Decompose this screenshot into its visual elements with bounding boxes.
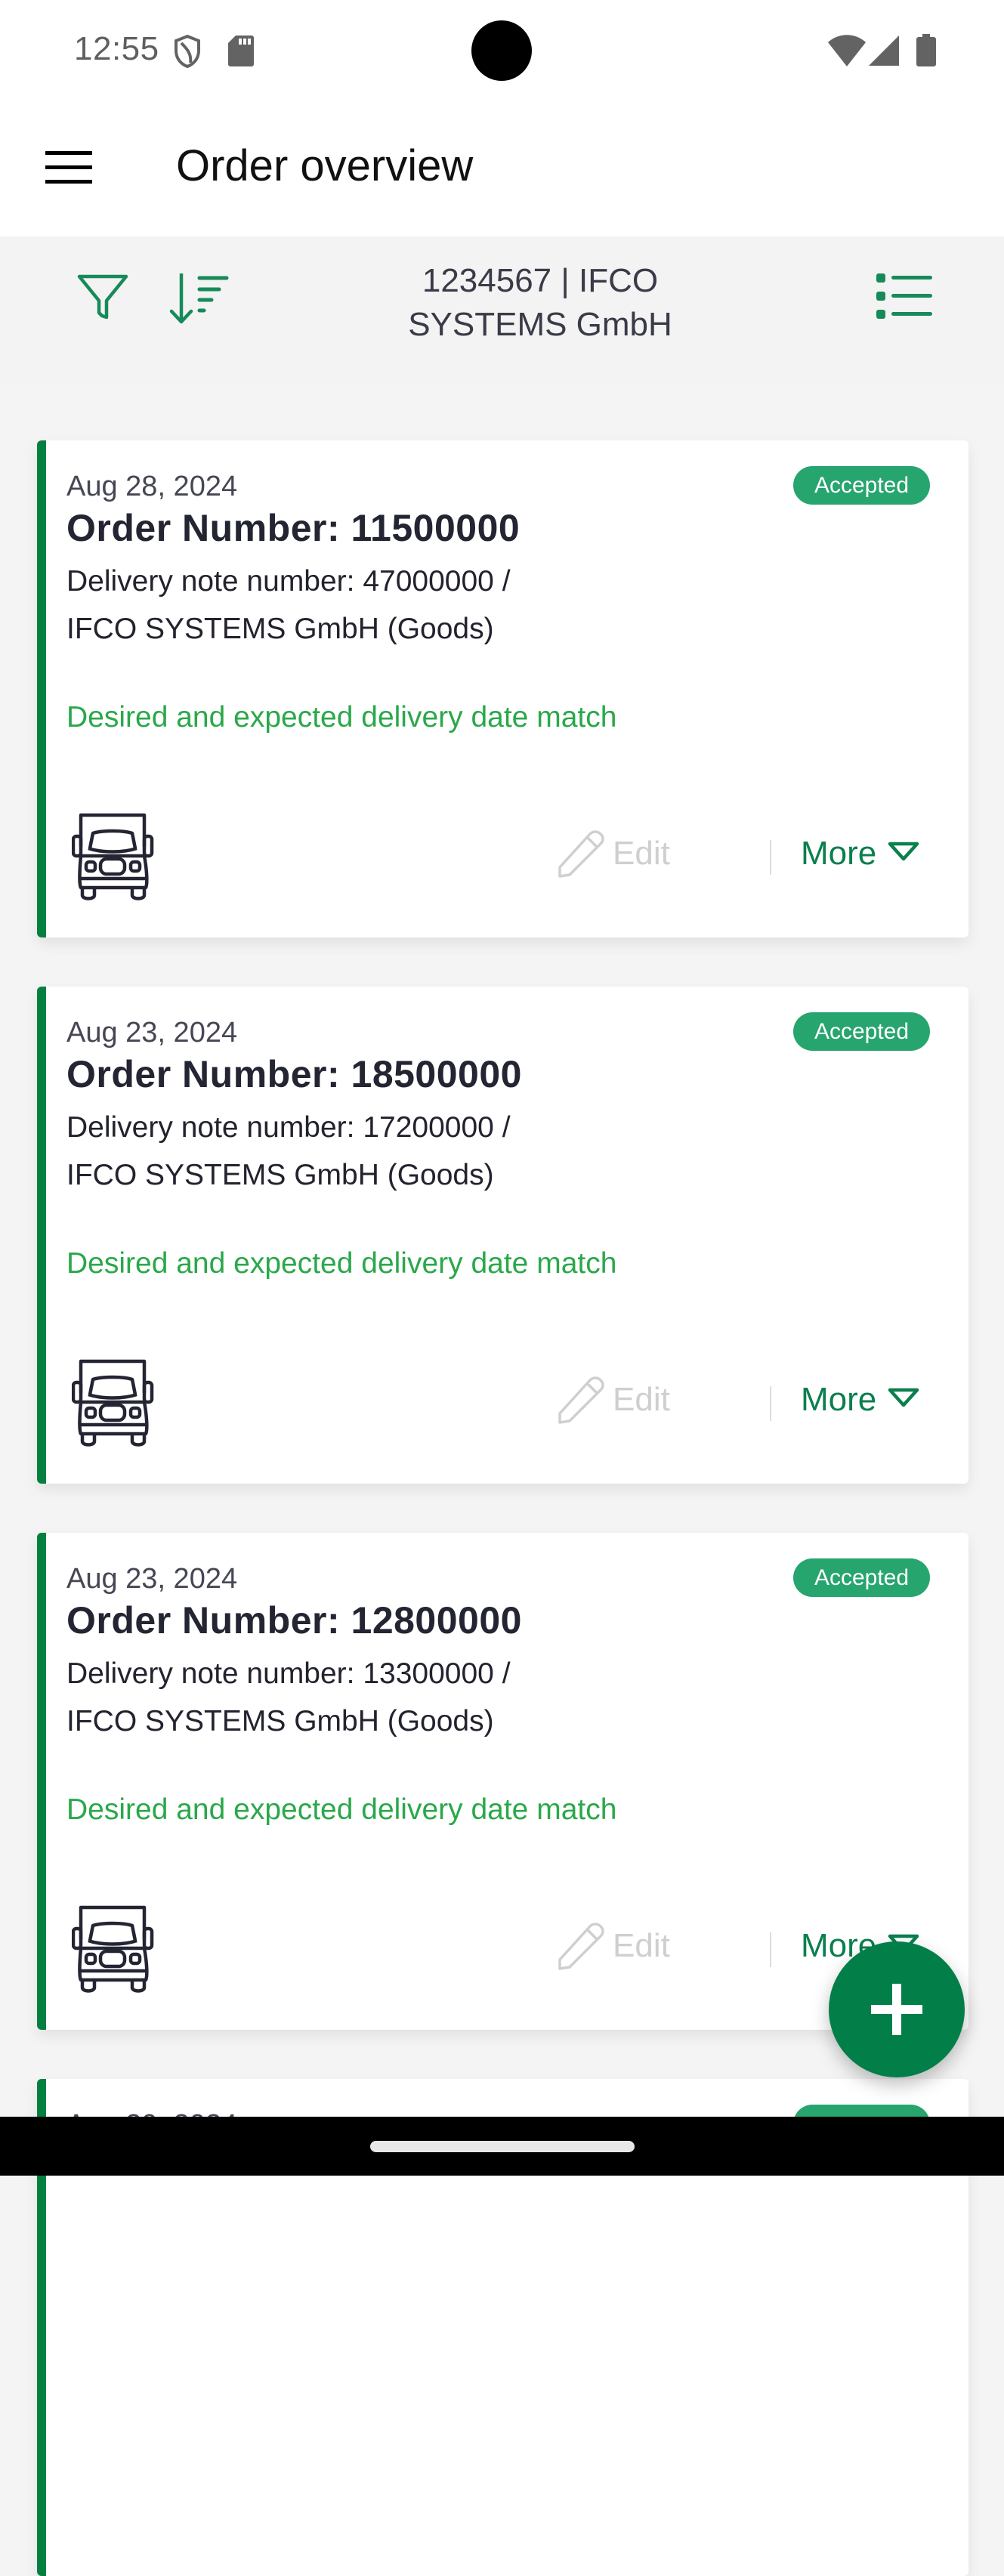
home-gesture-handle[interactable] [370, 2141, 635, 2152]
status-stripe [37, 987, 46, 1484]
signal-icon [869, 36, 899, 66]
order-card[interactable]: Aug 23, 2024 Accepted Order Number: 1850… [37, 987, 968, 1484]
delivery-status-message: Desired and expected delivery date match [66, 701, 617, 734]
list-view-icon[interactable] [875, 272, 934, 320]
pencil-icon [558, 830, 604, 878]
delivery-status-message: Desired and expected delivery date match [66, 1793, 617, 1826]
more-label: More [801, 835, 877, 872]
truck-icon [72, 1359, 154, 1447]
order-date: Aug 23, 2024 [66, 1563, 238, 1595]
edit-button[interactable]: Edit [557, 829, 670, 879]
more-label: More [801, 1381, 877, 1418]
order-card[interactable]: Aug 23, 2024 Accepted Order Number: 1280… [37, 1533, 968, 2030]
shield-icon [175, 34, 200, 69]
sort-descending-icon[interactable] [168, 272, 230, 326]
battery-icon [916, 34, 936, 66]
page-title: Order overview [176, 141, 474, 190]
status-badge: Accepted [793, 1558, 930, 1597]
filter-icon[interactable] [76, 273, 129, 320]
edit-label: Edit [613, 1381, 670, 1418]
order-card[interactable]: Aug 28, 2024 Accepted Order Number: 1150… [37, 440, 968, 937]
delivery-note-line-2: IFCO SYSTEMS GmbH (Goods) [66, 1159, 494, 1191]
delivery-note-line-2: IFCO SYSTEMS GmbH (Goods) [66, 613, 494, 645]
customer-line-2: SYSTEMS GmbH [408, 306, 672, 343]
delivery-note: Delivery note number: 17200000 / IFCO SY… [66, 1104, 746, 1199]
add-order-button[interactable] [829, 1941, 965, 2077]
status-badge: Accepted [793, 466, 930, 505]
delivery-note-line-1: Delivery note number: 47000000 / [66, 565, 511, 598]
order-date: Aug 28, 2024 [66, 471, 238, 502]
order-number: Order Number: 12800000 [66, 1599, 522, 1642]
action-divider [770, 1386, 771, 1421]
edit-button[interactable]: Edit [557, 1375, 670, 1425]
status-stripe [37, 440, 46, 937]
pencil-icon [558, 1376, 604, 1424]
delivery-note-line-2: IFCO SYSTEMS GmbH (Goods) [66, 1705, 494, 1737]
delivery-note-line-1: Delivery note number: 13300000 / [66, 1657, 511, 1690]
camera-cutout [471, 20, 532, 81]
delivery-note: Delivery note number: 13300000 / IFCO SY… [66, 1650, 746, 1745]
order-date: Aug 23, 2024 [66, 1017, 238, 1049]
order-number: Order Number: 11500000 [66, 507, 521, 549]
truck-icon [72, 813, 154, 900]
edit-button[interactable]: Edit [557, 1921, 670, 1971]
chevron-down-icon [888, 842, 919, 861]
status-badge: Accepted [793, 1012, 930, 1051]
wifi-icon [828, 35, 866, 66]
hamburger-menu-icon[interactable] [45, 151, 92, 184]
order-number: Order Number: 18500000 [66, 1053, 522, 1095]
delivery-note: Delivery note number: 47000000 / IFCO SY… [66, 558, 746, 653]
status-time: 12:55 [74, 30, 159, 67]
customer-line-1: 1234567 | IFCO [422, 262, 659, 299]
more-button[interactable]: More [801, 829, 920, 879]
more-button[interactable]: More [801, 1375, 920, 1425]
chevron-down-icon [888, 1388, 919, 1407]
action-divider [770, 840, 771, 875]
action-divider [770, 1932, 771, 1967]
status-stripe [37, 1533, 46, 2030]
delivery-status-message: Desired and expected delivery date match [66, 1247, 617, 1280]
customer-selector[interactable]: 1234567 | IFCO SYSTEMS GmbH [348, 259, 733, 347]
app-bar [0, 98, 1004, 236]
plus-icon-vertical [892, 1984, 901, 2035]
edit-label: Edit [613, 835, 670, 872]
delivery-note-line-1: Delivery note number: 17200000 / [66, 1111, 511, 1144]
pencil-icon [558, 1923, 604, 1970]
truck-icon [72, 1905, 154, 1993]
sd-card-icon [228, 36, 254, 66]
edit-label: Edit [613, 1927, 670, 1964]
